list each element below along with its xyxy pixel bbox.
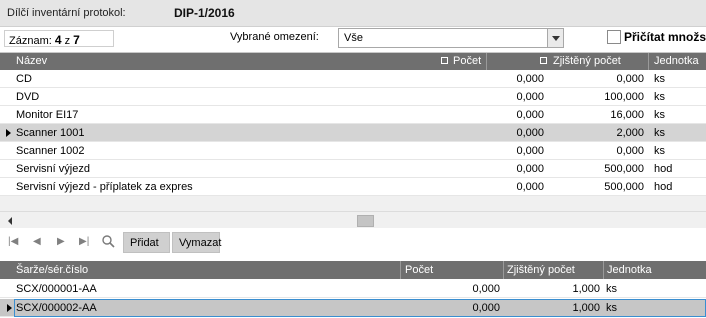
filter-select-value: Vše xyxy=(344,32,363,44)
chevron-down-icon xyxy=(552,36,560,41)
column-header-unit[interactable]: Jednotka xyxy=(607,264,652,276)
cell-name: Scanner 1002 xyxy=(16,145,85,157)
cell-count: 0,000 xyxy=(516,127,544,139)
column-filter-icon[interactable] xyxy=(540,57,547,64)
cell-name: Servisní výjezd xyxy=(16,163,90,175)
table-row[interactable]: Scanner 1001 0,000 2,000 ks xyxy=(0,124,706,142)
cell-name: CD xyxy=(16,73,32,85)
cell-count: 0,000 xyxy=(516,181,544,193)
cell-count: 0,000 xyxy=(516,91,544,103)
last-record-icon[interactable]: ▶| xyxy=(79,237,89,247)
table-row[interactable]: Scanner 1002 0,000 0,000 ks xyxy=(0,142,706,160)
table-row[interactable]: Monitor EI17 0,000 16,000 ks xyxy=(0,106,706,124)
cell-unit: ks xyxy=(654,109,665,121)
column-header-batch[interactable]: Šarže/sér.číslo xyxy=(16,264,88,276)
cell-name: DVD xyxy=(16,91,40,103)
cell-count: 0,000 xyxy=(516,163,544,175)
search-icon[interactable] xyxy=(102,235,115,251)
cell-unit: hod xyxy=(654,163,673,175)
column-header-count[interactable]: Počet xyxy=(405,264,433,276)
cell-unit: ks xyxy=(654,127,665,139)
cell-found-count: 1,000 xyxy=(572,283,600,295)
cell-count: 0,000 xyxy=(516,109,544,121)
protocol-number: DIP-1/2016 xyxy=(174,6,235,20)
filter-select[interactable]: Vše xyxy=(338,28,564,48)
add-button[interactable]: Přidat xyxy=(123,232,170,253)
column-header-found-count[interactable]: Zjištěný počet xyxy=(553,55,621,67)
column-header-unit[interactable]: Jednotka xyxy=(654,55,699,67)
cell-name: Monitor EI17 xyxy=(16,109,79,121)
cell-found-count: 0,000 xyxy=(616,145,644,157)
column-header-name[interactable]: Název xyxy=(16,55,47,67)
inventory-grid: Název Počet Zjištěný počet Jednotka CD 0,… xyxy=(0,52,706,228)
column-header-count[interactable]: Počet xyxy=(453,55,481,67)
table-row[interactable]: CD 0,000 0,000 ks xyxy=(0,70,706,88)
table-row[interactable]: SCX/000002-AA 0,000 1,000 ks xyxy=(0,299,706,317)
filter-bar: Záznam: 4 z 7 Vybrané omezení: Vše Přičí… xyxy=(0,27,706,50)
cell-unit: ks xyxy=(606,302,617,314)
document-header: Dílčí inventární protokol: DIP-1/2016 xyxy=(0,0,706,27)
scrollbar-thumb[interactable] xyxy=(357,215,374,227)
cell-batch: SCX/000002-AA xyxy=(16,302,97,314)
record-counter-label: Záznam: xyxy=(9,35,52,47)
record-current: 4 xyxy=(54,33,62,47)
record-counter: Záznam: 4 z 7 xyxy=(4,30,114,47)
previous-record-icon[interactable]: ◀ xyxy=(33,237,41,247)
cell-unit: hod xyxy=(654,181,673,193)
cell-found-count: 500,000 xyxy=(604,181,644,193)
current-row-icon xyxy=(6,129,11,137)
filter-dropdown-button[interactable] xyxy=(547,29,563,47)
cell-batch: SCX/000001-AA xyxy=(16,283,97,295)
cell-found-count: 500,000 xyxy=(604,163,644,175)
cell-count: 0,000 xyxy=(516,73,544,85)
record-separator: z xyxy=(64,35,71,47)
cell-found-count: 1,000 xyxy=(572,302,600,314)
current-row-icon xyxy=(7,304,12,312)
table-row[interactable]: SCX/000001-AA 0,000 1,000 ks xyxy=(0,280,706,298)
table-row[interactable]: Servisní výjezd - příplatek za expres 0,0… xyxy=(0,178,706,196)
record-total: 7 xyxy=(73,33,80,47)
cell-unit: ks xyxy=(606,283,617,295)
table-row[interactable]: DVD 0,000 100,000 ks xyxy=(0,88,706,106)
add-quantity-checkbox[interactable] xyxy=(607,30,621,44)
cell-unit: ks xyxy=(654,91,665,103)
cell-count: 0,000 xyxy=(472,302,500,314)
protocol-label: Dílčí inventární protokol: xyxy=(7,7,126,19)
serial-number-grid: Šarže/sér.číslo Počet Zjištěný počet Jed… xyxy=(0,261,706,318)
horizontal-scrollbar[interactable] xyxy=(0,211,706,228)
column-filter-icon[interactable] xyxy=(441,57,448,64)
serial-grid-header: Šarže/sér.číslo Počet Zjištěný počet Jed… xyxy=(0,261,706,279)
cell-count: 0,000 xyxy=(472,283,500,295)
filter-label: Vybrané omezení: xyxy=(230,31,319,43)
record-navigator: |◀ ◀ ▶ ▶| Přidat Vymazat xyxy=(0,230,706,255)
cell-unit: ks xyxy=(654,73,665,85)
cell-found-count: 16,000 xyxy=(610,109,644,121)
cell-found-count: 2,000 xyxy=(616,127,644,139)
next-record-icon[interactable]: ▶ xyxy=(57,237,65,247)
cell-found-count: 100,000 xyxy=(604,91,644,103)
cell-name: Scanner 1001 xyxy=(16,127,85,139)
add-quantity-label[interactable]: Přičítat množství xyxy=(624,30,706,44)
table-row[interactable]: Servisní výjezd 0,000 500,000 hod xyxy=(0,160,706,178)
cell-found-count: 0,000 xyxy=(616,73,644,85)
column-header-found-count[interactable]: Zjištěný počet xyxy=(507,264,575,276)
delete-button[interactable]: Vymazat xyxy=(172,232,221,253)
scroll-left-icon[interactable] xyxy=(8,217,12,225)
cell-unit: ks xyxy=(654,145,665,157)
first-record-icon[interactable]: |◀ xyxy=(8,237,18,247)
cell-count: 0,000 xyxy=(516,145,544,157)
cell-name: Servisní výjezd - příplatek za expres xyxy=(16,181,193,193)
inventory-grid-header: Název Počet Zjištěný počet Jednotka xyxy=(0,53,706,70)
